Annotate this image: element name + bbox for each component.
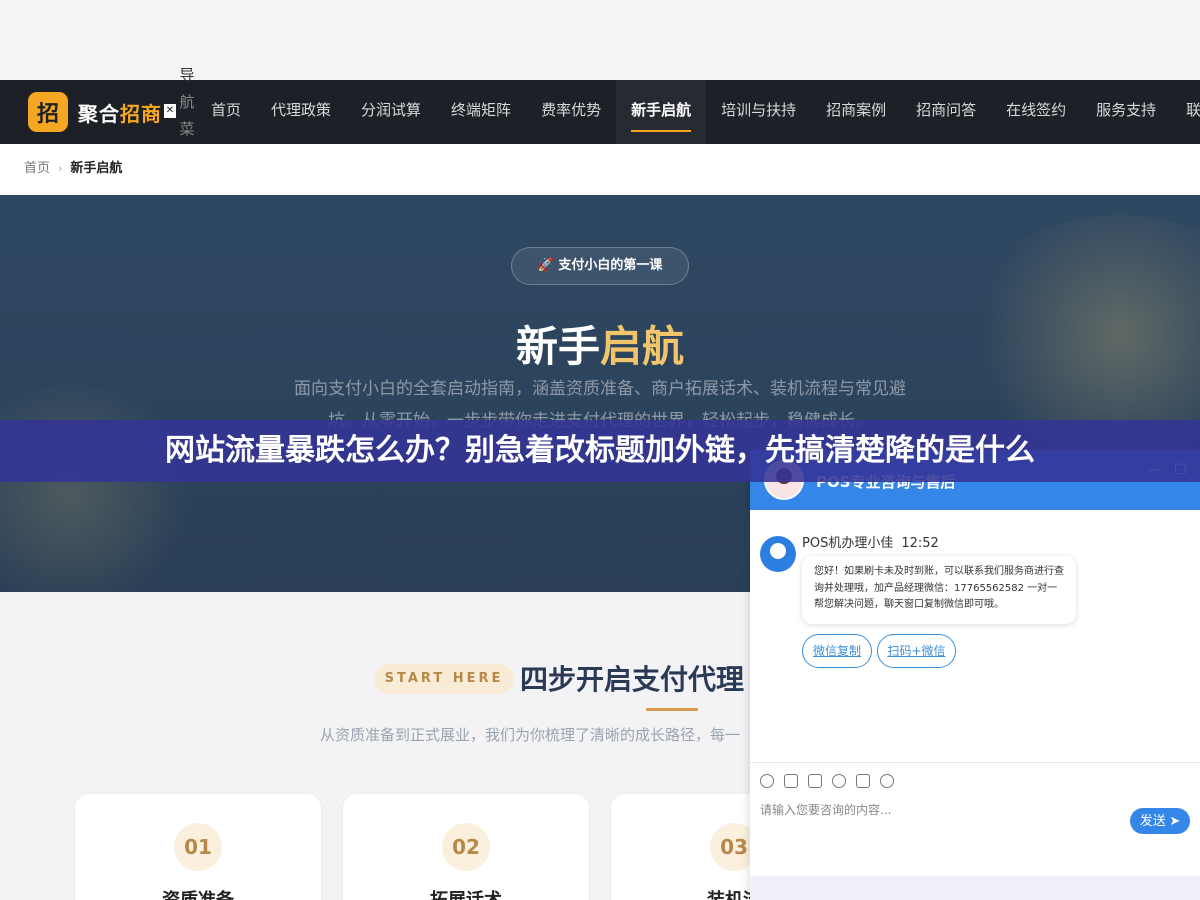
nav-item-beginner[interactable]: 新手启航 [616, 80, 707, 144]
copy-wechat-button[interactable]: 微信复制 [802, 634, 872, 668]
evaluate-icon[interactable] [832, 773, 846, 788]
brand-name-part2: 招商 [120, 102, 162, 126]
logo-icon[interactable]: 招 [28, 92, 68, 132]
nav-item-terminals[interactable]: 终端矩阵 [436, 80, 526, 144]
headline-banner: 网站流量暴跌怎么办？别急着改标题加外链，先搞清楚降的是什么 [0, 420, 1200, 482]
nav-menu-char: 菜 [179, 120, 195, 138]
close-icon[interactable]: ✕ [164, 104, 176, 118]
steps-description: 从资质准备到正式展业，我们为你梳理了清晰的成长路径，每一 [320, 726, 741, 744]
voice-icon[interactable] [856, 773, 870, 788]
chat-widget: POS专业咨询与售后 — ☐ POS机办理小佳12:52 您好！如果刷卡未及时到… [750, 450, 1200, 900]
step-label: 资质准备 [75, 886, 321, 900]
nav-menu-char: 导 [179, 66, 195, 84]
nav-item-training[interactable]: 培训与扶持 [706, 80, 811, 144]
hero-glow [0, 385, 200, 592]
start-here-tag: START HERE [374, 664, 514, 694]
brand-name[interactable]: 聚合招商 [78, 98, 162, 127]
chat-toolbar [750, 762, 1200, 798]
hero-title-part1: 新手 [515, 322, 600, 371]
image-icon[interactable] [784, 773, 798, 788]
brand-name-part1: 聚合 [78, 102, 120, 126]
nav-menu-char: 航 [179, 93, 195, 111]
nav-item-contact[interactable]: 联系 [1171, 80, 1200, 144]
chat-footer [750, 876, 1200, 900]
nav-item-cases[interactable]: 招商案例 [811, 80, 901, 144]
nav-item-support[interactable]: 服务支持 [1081, 80, 1171, 144]
step-card[interactable]: 02 拓展话术 [343, 794, 589, 900]
chat-messages: POS机办理小佳 12:52 您好！如果刷卡未及时到账，可以联系我们服务商进行查询… [750, 510, 1200, 762]
steps-title-underline [646, 708, 698, 711]
steps-title: 四步开启支付代理 [520, 663, 745, 696]
nav-item-sign[interactable]: 在线签约 [991, 80, 1081, 144]
scan-wechat-button[interactable]: 扫码+微信 [877, 634, 956, 668]
message-time: 12:52 [901, 536, 939, 551]
nav-item-home[interactable]: 首页 [196, 80, 256, 144]
hero-pill: 🚀 支付小白的第一课 [511, 247, 689, 285]
agent-name: POS机办理小佳 [802, 536, 894, 551]
agent-meta: POS机办理小佳 12:52 [802, 532, 939, 551]
agent-avatar [760, 536, 796, 572]
breadcrumb: 首页 › 新手启航 [0, 144, 1200, 195]
nav-item-rates[interactable]: 费率优势 [526, 80, 616, 144]
step-label: 拓展话术 [343, 886, 589, 900]
breadcrumb-current: 新手启航 [70, 161, 123, 176]
nav-item-profit-calc[interactable]: 分润试算 [346, 80, 436, 144]
wechat-icon[interactable] [880, 773, 894, 788]
screenshot-icon[interactable] [808, 773, 822, 788]
nav-item-agent-policy[interactable]: 代理政策 [256, 80, 346, 144]
send-button[interactable]: 发送 ➤ [1130, 808, 1190, 834]
message-bubble: 您好！如果刷卡未及时到账，可以联系我们服务商进行查询并处理哦，加产品经理微信：1… [802, 556, 1076, 624]
chat-input[interactable] [760, 798, 1120, 822]
nav-item-faq[interactable]: 招商问答 [901, 80, 991, 144]
hero-title: 新手启航 [0, 313, 1200, 374]
breadcrumb-separator: › [58, 162, 63, 175]
nav-items: 首页 代理政策 分润试算 终端矩阵 费率优势 新手启航 培训与扶持 招商案例 招… [196, 80, 1200, 144]
breadcrumb-home[interactable]: 首页 [24, 161, 50, 176]
step-number: 01 [174, 823, 222, 871]
step-number: 02 [442, 823, 490, 871]
emoji-icon[interactable] [760, 773, 774, 788]
step-card[interactable]: 01 资质准备 [75, 794, 321, 900]
hero-title-part2: 启航 [600, 322, 685, 371]
chat-input-area: 发送 ➤ [750, 798, 1200, 876]
